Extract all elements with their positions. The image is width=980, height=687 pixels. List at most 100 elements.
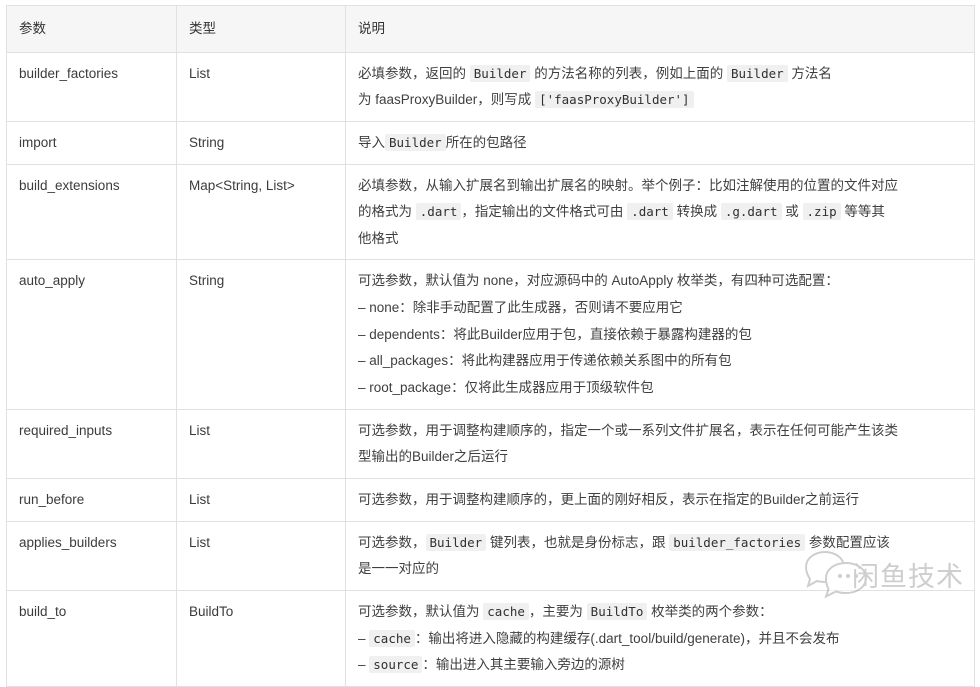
inline-code: .dart [627, 203, 673, 221]
cell-parameter-type: String [176, 120, 346, 165]
cell-parameter-type: List [176, 477, 346, 522]
description-line: 可选参数，默认值为 none，对应源码中的 AutoApply 枚举类，有四种可… [358, 268, 962, 294]
table-row: auto_apply String 可选参数，默认值为 none，对应源码中的 Au… [6, 259, 975, 410]
cell-parameter-name: build_extensions [6, 163, 177, 261]
inline-code: Builder [469, 64, 531, 82]
inline-code: Builder [425, 533, 487, 551]
text-run: 等等其 [840, 204, 885, 220]
cell-parameter-type: Map<String, List> [176, 163, 346, 261]
inline-code: .g.dart [720, 203, 782, 221]
inline-code: cache [483, 602, 529, 620]
description-line: 可选参数， Builder 键列表，也就是身份标志，跟 builder_facto… [358, 530, 962, 556]
description-line: 是一一对应的 [358, 556, 962, 582]
description-line: 可选参数，默认值为 cache ，主要为 BuildTo 枚举类的两个参数： [358, 599, 962, 625]
cell-parameter-type: List [176, 408, 346, 479]
text-run: 为 faasProxyBuilder，则写成 [358, 92, 536, 108]
cell-parameter-name: required_inputs [6, 408, 177, 479]
column-header-type: 类型 [176, 5, 346, 53]
inline-code: Builder [726, 64, 788, 82]
text-run: – dependents：将此Builder应用于包，直接依赖于暴露构建器的包 [358, 326, 752, 342]
text-run: 枚举类的两个参数： [647, 603, 773, 619]
inline-code: builder_factories [669, 533, 806, 551]
table-row: required_inputs List 可选参数，用于调整构建顺序的，指定一个或一… [6, 408, 975, 479]
text-run: – [358, 657, 370, 673]
text-run: – none：除非手动配置了此生成器，否则请不要应用它 [358, 300, 683, 316]
text-run: 可选参数， [358, 534, 426, 550]
text-run: 是一一对应的 [358, 561, 439, 577]
cell-parameter-description: 必填参数，返回的 Builder 的方法名称的列表，例如上面的 Builder … [345, 51, 975, 122]
cell-parameter-type: List [176, 520, 346, 591]
table-row: run_before List 可选参数，用于调整构建顺序的，更上面的刚好相反，表示… [6, 477, 975, 522]
inline-code: BuildTo [586, 602, 648, 620]
text-run: 方法名 [787, 65, 832, 81]
inline-code: source [369, 656, 423, 674]
text-run: 键列表，也就是身份标志，跟 [486, 534, 670, 550]
description-bullet: – source ：输出进入其主要输入旁边的源树 [358, 652, 962, 678]
inline-code: Builder [385, 133, 446, 151]
table-row: applies_builders List 可选参数， Builder 键列表，也就是… [6, 520, 975, 591]
text-run: 可选参数，默认值为 [358, 603, 484, 619]
cell-parameter-description: 可选参数，用于调整构建顺序的，更上面的刚好相反，表示在指定的Builder之前运… [345, 477, 975, 522]
inline-code: cache [369, 629, 415, 647]
text-run: 导入 [358, 134, 385, 150]
inline-code: .zip [802, 203, 841, 221]
cell-parameter-type: String [176, 259, 346, 410]
cell-parameter-description: 可选参数，默认值为 none，对应源码中的 AutoApply 枚举类，有四种可… [345, 259, 975, 410]
text-run: 或 [781, 204, 803, 220]
text-run: 可选参数，用于调整构建顺序的，更上面的刚好相反，表示在指定的Builder之前运… [358, 491, 860, 507]
text-run: ：输出将进入隐藏的构建缓存(.dart_tool/build/generate)… [414, 630, 840, 646]
table-body: builder_factories List 必填参数，返回的 Builder 的方… [6, 51, 975, 687]
cell-parameter-type: List [176, 51, 346, 122]
cell-parameter-type: BuildTo [176, 589, 346, 687]
text-run: 的格式为 [358, 204, 416, 220]
text-run: – all_packages：将此构建器应用于传递依赖关系图中的所有包 [358, 353, 732, 369]
text-run: 必填参数，从输入扩展名到输出扩展名的映射。举个例子：比如注解使用的位置的文件对应 [358, 177, 898, 193]
description-line: 型输出的Builder之后运行 [358, 444, 962, 470]
table-header: 参数 类型 说明 [6, 5, 975, 53]
table-header-row: 参数 类型 说明 [6, 5, 975, 53]
text-run: 可选参数，默认值为 none，对应源码中的 AutoApply 枚举类，有四种可… [358, 273, 839, 289]
description-line: 可选参数，用于调整构建顺序的，指定一个或一系列文件扩展名，表示在任何可能产生该类 [358, 418, 962, 444]
description-line: 必填参数，从输入扩展名到输出扩展名的映射。举个例子：比如注解使用的位置的文件对应 [358, 173, 962, 199]
text-run: – [358, 630, 370, 646]
cell-parameter-name: run_before [6, 477, 177, 522]
text-run: 必填参数，返回的 [358, 65, 470, 81]
cell-parameter-description: 必填参数，从输入扩展名到输出扩展名的映射。举个例子：比如注解使用的位置的文件对应… [345, 163, 975, 261]
table-row: builder_factories List 必填参数，返回的 Builder 的方… [6, 51, 975, 122]
description-bullet: – cache ：输出将进入隐藏的构建缓存(.dart_tool/build/ge… [358, 626, 962, 652]
description-line: 导入 Builder 所在的包路径 [358, 130, 962, 156]
parameter-table-container: 参数 类型 说明 builder_factories List 必填参数，返回的 B… [6, 5, 975, 687]
text-run: 可选参数，用于调整构建顺序的，指定一个或一系列文件扩展名，表示在任何可能产生该类 [358, 422, 898, 438]
text-run: 他格式 [358, 230, 399, 246]
cell-parameter-name: import [6, 120, 177, 165]
text-run: – root_package：仅将此生成器应用于顶级软件包 [358, 380, 654, 396]
cell-parameter-name: builder_factories [6, 51, 177, 122]
description-bullet: – dependents：将此Builder应用于包，直接依赖于暴露构建器的包 [358, 322, 962, 348]
cell-parameter-name: applies_builders [6, 520, 177, 591]
description-bullet: – root_package：仅将此生成器应用于顶级软件包 [358, 375, 962, 401]
description-bullet: – none：除非手动配置了此生成器，否则请不要应用它 [358, 295, 962, 321]
text-run: 的方法名称的列表，例如上面的 [530, 65, 727, 81]
text-run: ，指定输出的文件格式可由 [461, 204, 628, 220]
inline-code: .dart [415, 203, 462, 221]
description-line: 为 faasProxyBuilder，则写成 ['faasProxyBuilde… [358, 87, 962, 113]
text-run: 转换成 [672, 204, 721, 220]
description-line: 他格式 [358, 226, 962, 252]
description-line: 必填参数，返回的 Builder 的方法名称的列表，例如上面的 Builder … [358, 61, 962, 87]
cell-parameter-description: 可选参数，用于调整构建顺序的，指定一个或一系列文件扩展名，表示在任何可能产生该类… [345, 408, 975, 479]
parameter-table: 参数 类型 说明 builder_factories List 必填参数，返回的 B… [6, 5, 975, 687]
cell-parameter-description: 导入 Builder 所在的包路径 [345, 120, 975, 165]
description-bullet: – all_packages：将此构建器应用于传递依赖关系图中的所有包 [358, 348, 962, 374]
cell-parameter-description: 可选参数， Builder 键列表，也就是身份标志，跟 builder_facto… [345, 520, 975, 591]
text-run: 型输出的Builder之后运行 [358, 449, 509, 465]
inline-code: ['faasProxyBuilder'] [535, 91, 694, 109]
column-header-parameter: 参数 [6, 5, 177, 53]
table-row: build_extensions Map<String, List> 必填参数，从输… [6, 163, 975, 261]
text-run: 参数配置应该 [805, 534, 890, 550]
description-line: 的格式为 .dart ，指定输出的文件格式可由 .dart 转换成 .g.dart… [358, 199, 962, 225]
cell-parameter-name: auto_apply [6, 259, 177, 410]
table-row: import String 导入 Builder 所在的包路径 [6, 120, 975, 165]
cell-parameter-name: build_to [6, 589, 177, 687]
cell-parameter-description: 可选参数，默认值为 cache ，主要为 BuildTo 枚举类的两个参数： – c… [345, 589, 975, 687]
table-row: build_to BuildTo 可选参数，默认值为 cache ，主要为 Build… [6, 589, 975, 687]
